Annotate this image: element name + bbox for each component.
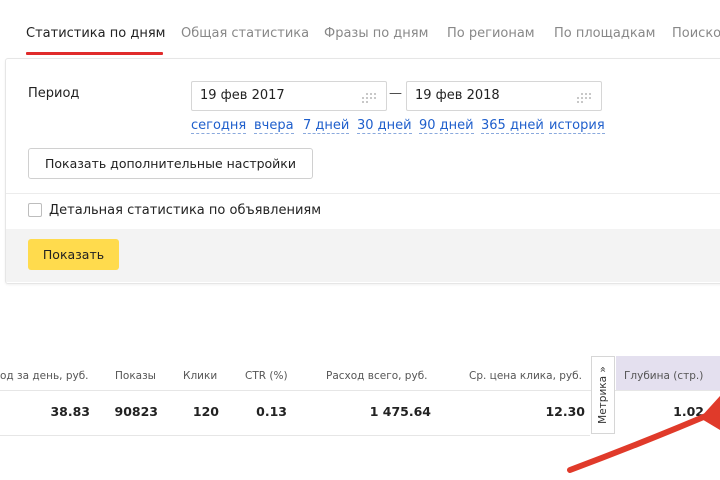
- arrow-annotation: [567, 396, 720, 473]
